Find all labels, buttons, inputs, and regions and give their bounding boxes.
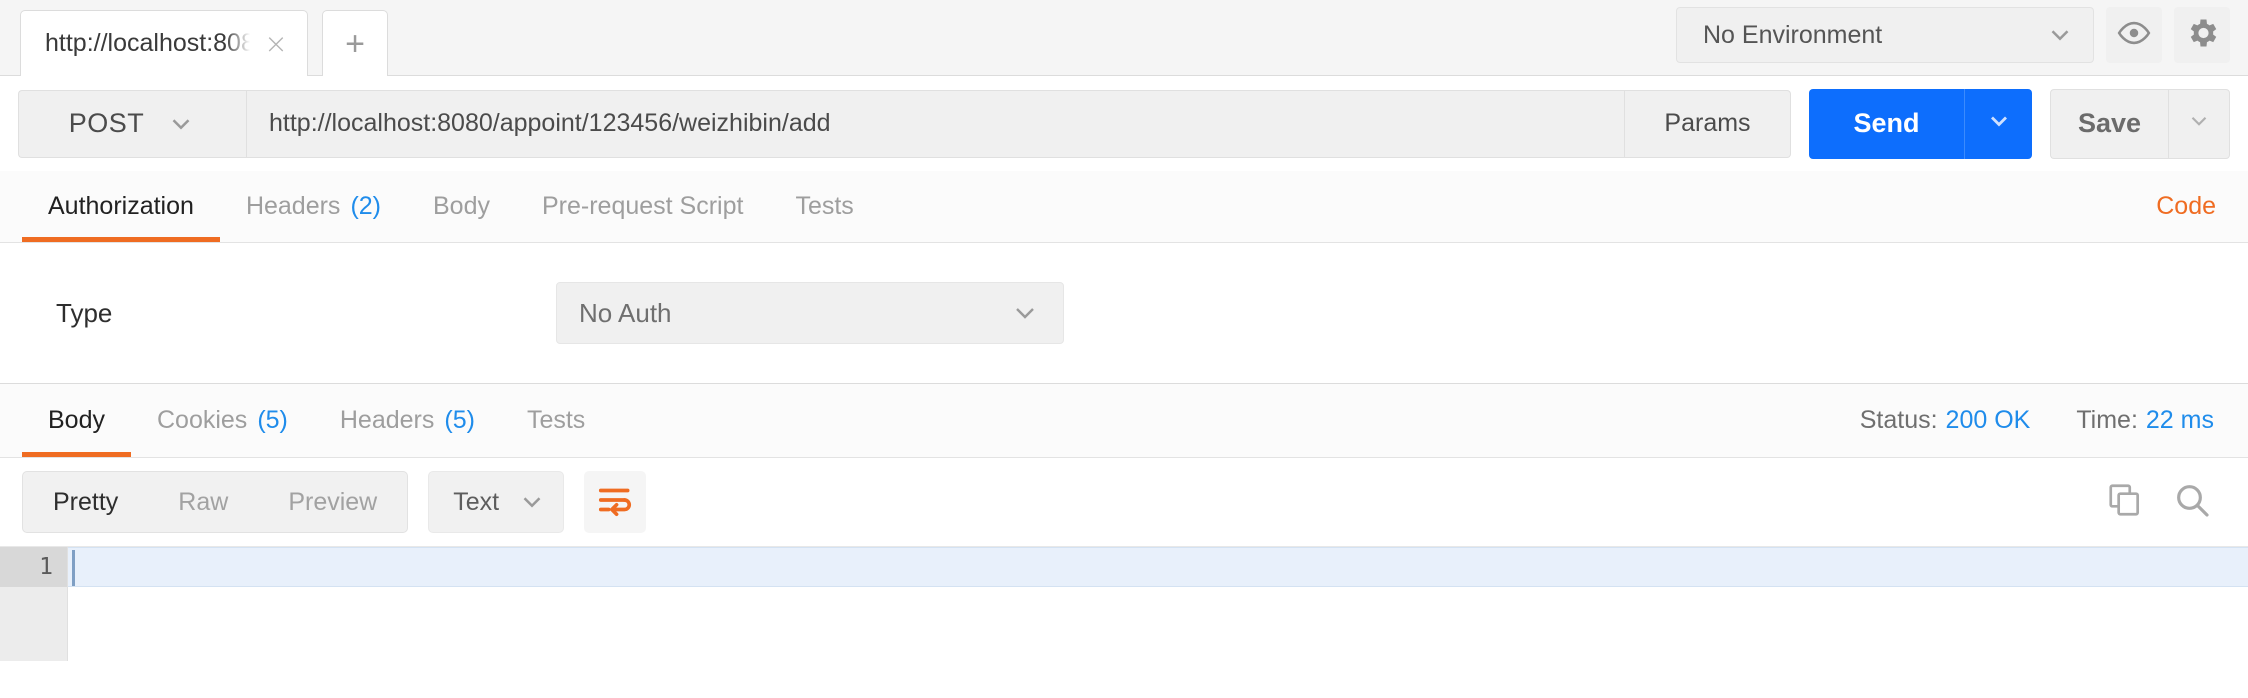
search-response-button[interactable]	[2172, 480, 2212, 525]
tab-pre-request-script-label: Pre-request Script	[541, 192, 744, 220]
response-tab-tests[interactable]: Tests	[501, 384, 611, 457]
response-tab-cookies-count: (5)	[257, 406, 288, 434]
tab-headers-count: (2)	[350, 192, 381, 220]
tab-headers-label: Headers	[245, 192, 341, 220]
view-raw-label: Raw	[178, 487, 229, 516]
response-view-switcher: Pretty Raw Preview	[22, 471, 409, 533]
eye-icon	[2117, 16, 2151, 55]
response-tab-tests-label: Tests	[526, 406, 586, 434]
text-cursor	[72, 550, 75, 586]
plus-icon: +	[345, 24, 365, 63]
environment-zone: No Environment	[1676, 7, 2248, 75]
view-pretty-label: Pretty	[53, 487, 119, 516]
params-button[interactable]: Params	[1625, 89, 1791, 158]
auth-type-select[interactable]: No Auth	[556, 282, 1064, 344]
send-button-group: Send	[1809, 88, 2032, 159]
settings-button[interactable]	[2174, 7, 2230, 63]
response-tab-cookies[interactable]: Cookies (5)	[131, 384, 314, 457]
save-options-button[interactable]	[2168, 88, 2230, 159]
url-input[interactable]: http://localhost:8080/appoint/123456/wei…	[246, 89, 1625, 158]
chevron-down-icon	[1985, 107, 2013, 140]
send-label: Send	[1853, 108, 1920, 138]
response-tab-headers-label: Headers	[339, 406, 435, 434]
line-number: 1	[39, 554, 53, 580]
send-button[interactable]: Send	[1809, 88, 1964, 159]
response-body-editor[interactable]: 1	[0, 546, 2248, 661]
params-label: Params	[1664, 109, 1751, 137]
tab-headers[interactable]: Headers (2)	[220, 171, 407, 242]
request-tabs-container: http://localhost:8080 × +	[0, 0, 388, 76]
http-method-select[interactable]: POST	[18, 89, 246, 158]
word-wrap-icon	[596, 481, 634, 524]
code-link-label: Code	[2156, 192, 2216, 220]
response-tab-headers-count: (5)	[444, 406, 475, 434]
tab-authorization[interactable]: Authorization	[22, 171, 220, 242]
editor-gutter: 1	[0, 547, 68, 661]
new-tab-button[interactable]: +	[322, 10, 388, 76]
chevron-down-icon	[1009, 297, 1041, 329]
tabstrip-spacer	[880, 171, 2156, 242]
response-tab-headers[interactable]: Headers (5)	[314, 384, 501, 457]
request-tab-localhost[interactable]: http://localhost:8080 ×	[20, 10, 308, 76]
status-badge: Status: 200 OK	[1860, 406, 2031, 435]
gear-icon	[2184, 15, 2220, 56]
save-button[interactable]: Save	[2050, 88, 2168, 159]
view-pretty-button[interactable]: Pretty	[23, 472, 148, 532]
response-status-zone: Status: 200 OK Time: 22 ms	[1860, 384, 2226, 457]
request-tab-title: http://localhost:8080	[45, 29, 250, 57]
send-options-button[interactable]	[1964, 88, 2032, 159]
copy-response-button[interactable]	[2106, 481, 2144, 524]
tab-pre-request-script[interactable]: Pre-request Script	[516, 171, 769, 242]
response-tab-cookies-label: Cookies	[156, 406, 248, 434]
response-section-tabs: Body Cookies (5) Headers (5) Tests Statu…	[0, 384, 2248, 458]
environment-select[interactable]: No Environment	[1676, 7, 2094, 63]
time-value: 22 ms	[2145, 406, 2214, 434]
url-text: http://localhost:8080/appoint/123456/wei…	[269, 109, 831, 137]
environment-selected-label: No Environment	[1703, 20, 1883, 49]
time-badge: Time: 22 ms	[2076, 406, 2214, 435]
editor-active-line[interactable]	[68, 547, 2248, 587]
view-preview-button[interactable]: Preview	[258, 472, 407, 532]
request-section-tabs: Authorization Headers (2) Body Pre-reque…	[0, 171, 2248, 243]
auth-type-value: No Auth	[579, 297, 672, 328]
tab-tests-label: Tests	[795, 192, 854, 220]
time-label: Time:	[2076, 406, 2138, 434]
save-button-group: Save	[2050, 88, 2230, 159]
view-preview-label: Preview	[288, 487, 378, 516]
tab-body[interactable]: Body	[407, 171, 516, 242]
view-raw-button[interactable]: Raw	[148, 472, 258, 532]
environment-quick-look-button[interactable]	[2106, 7, 2162, 63]
save-label: Save	[2077, 108, 2142, 138]
response-tab-body[interactable]: Body	[22, 384, 131, 457]
code-link[interactable]: Code	[2156, 171, 2226, 242]
response-toolbar: Pretty Raw Preview Text	[0, 458, 2248, 546]
request-url-row: POST http://localhost:8080/appoint/12345…	[0, 76, 2248, 171]
close-icon[interactable]: ×	[259, 27, 293, 61]
chevron-down-icon	[166, 109, 196, 139]
editor-code-area[interactable]	[68, 547, 2248, 661]
top-tab-bar: http://localhost:8080 × + No Environment	[0, 0, 2248, 76]
search-icon	[2172, 480, 2212, 525]
copy-icon	[2106, 481, 2144, 524]
response-tab-body-label: Body	[48, 406, 105, 434]
word-wrap-toggle[interactable]	[584, 471, 647, 533]
chevron-down-icon	[2186, 108, 2212, 139]
chevron-down-icon	[517, 487, 547, 517]
authorization-panel: Type No Auth	[0, 243, 2248, 383]
response-format-select[interactable]: Text	[428, 471, 565, 533]
tab-tests[interactable]: Tests	[769, 171, 879, 242]
chevron-down-icon	[2045, 20, 2075, 50]
gutter-line-1: 1	[0, 547, 67, 587]
tab-authorization-label: Authorization	[48, 192, 194, 220]
response-actions	[2106, 480, 2226, 525]
auth-type-label: Type	[56, 297, 113, 328]
status-value: 200 OK	[1945, 406, 2031, 434]
response-format-label: Text	[453, 487, 500, 516]
tab-body-label: Body	[433, 192, 490, 220]
http-method-label: POST	[68, 108, 145, 138]
status-label: Status:	[1859, 406, 1938, 434]
